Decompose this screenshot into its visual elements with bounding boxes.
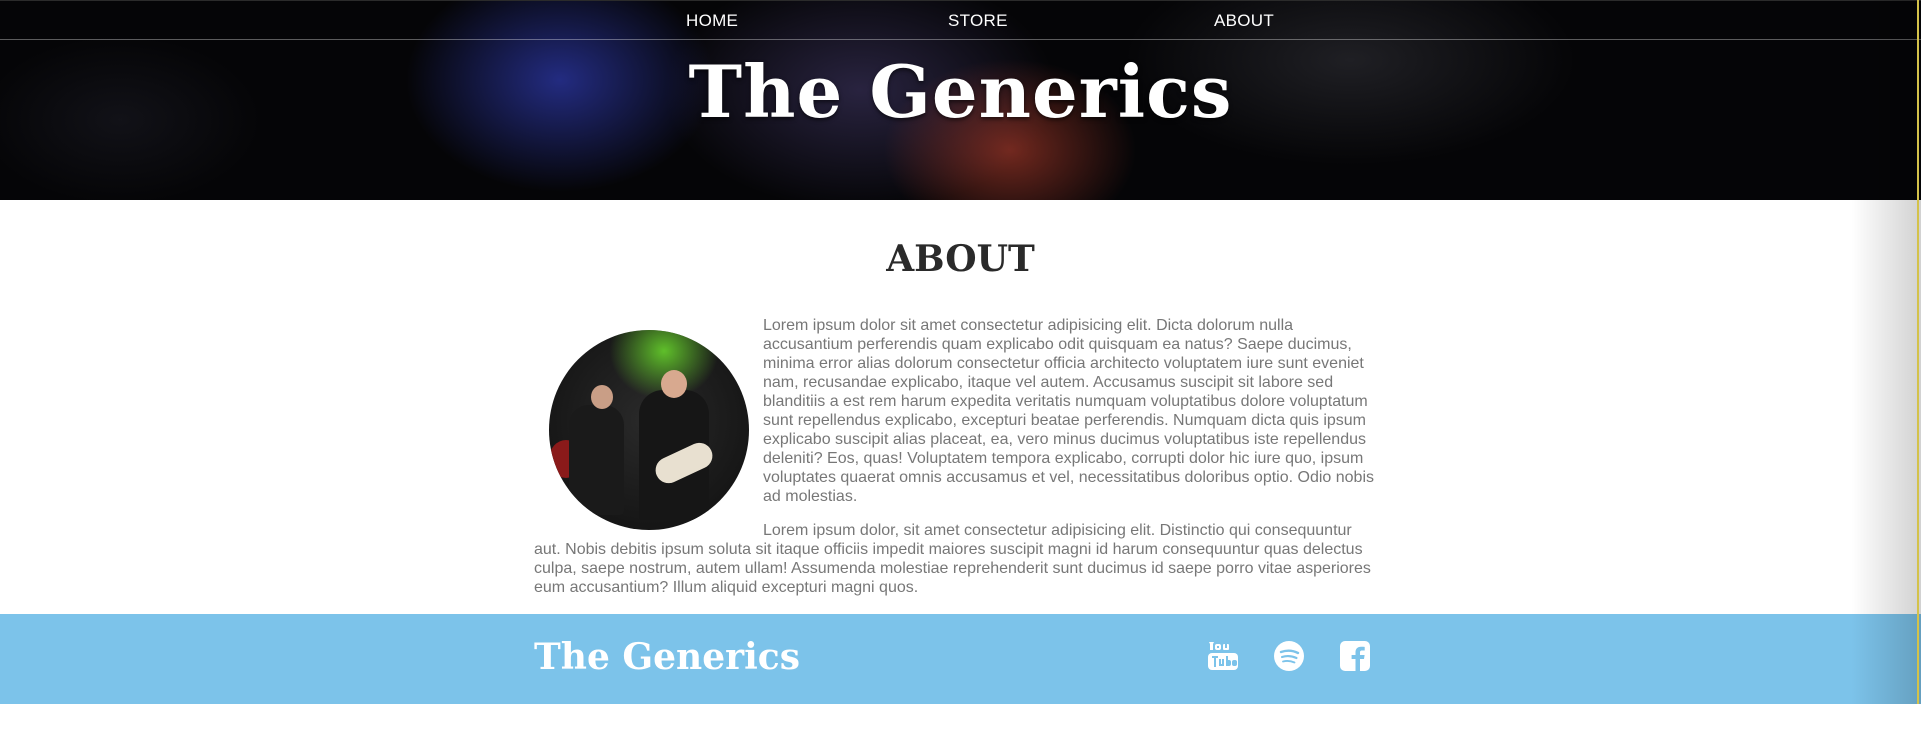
youtube-icon[interactable] xyxy=(1207,640,1239,672)
nav-home-link[interactable]: HOME xyxy=(686,11,738,31)
about-paragraph-2: Lorem ipsum dolor, sit amet consectetur … xyxy=(534,522,1371,596)
about-heading: ABOUT xyxy=(886,238,1035,280)
top-nav: HOME STORE ABOUT xyxy=(0,0,1921,40)
facebook-icon[interactable] xyxy=(1339,640,1371,672)
page-bottom xyxy=(0,704,1921,744)
spotify-icon[interactable] xyxy=(1273,640,1305,672)
footer: The Generics xyxy=(0,614,1921,704)
nav-store-link[interactable]: STORE xyxy=(948,11,1008,31)
right-edge-line xyxy=(1917,0,1919,704)
header-banner: HOME STORE ABOUT The Generics xyxy=(0,0,1921,200)
about-content: Lorem ipsum dolor sit amet consectetur a… xyxy=(534,316,1382,612)
nav-about-link[interactable]: ABOUT xyxy=(1214,11,1274,31)
band-photo xyxy=(549,330,749,530)
footer-title: The Generics xyxy=(534,636,800,678)
site-title: The Generics xyxy=(688,49,1233,134)
